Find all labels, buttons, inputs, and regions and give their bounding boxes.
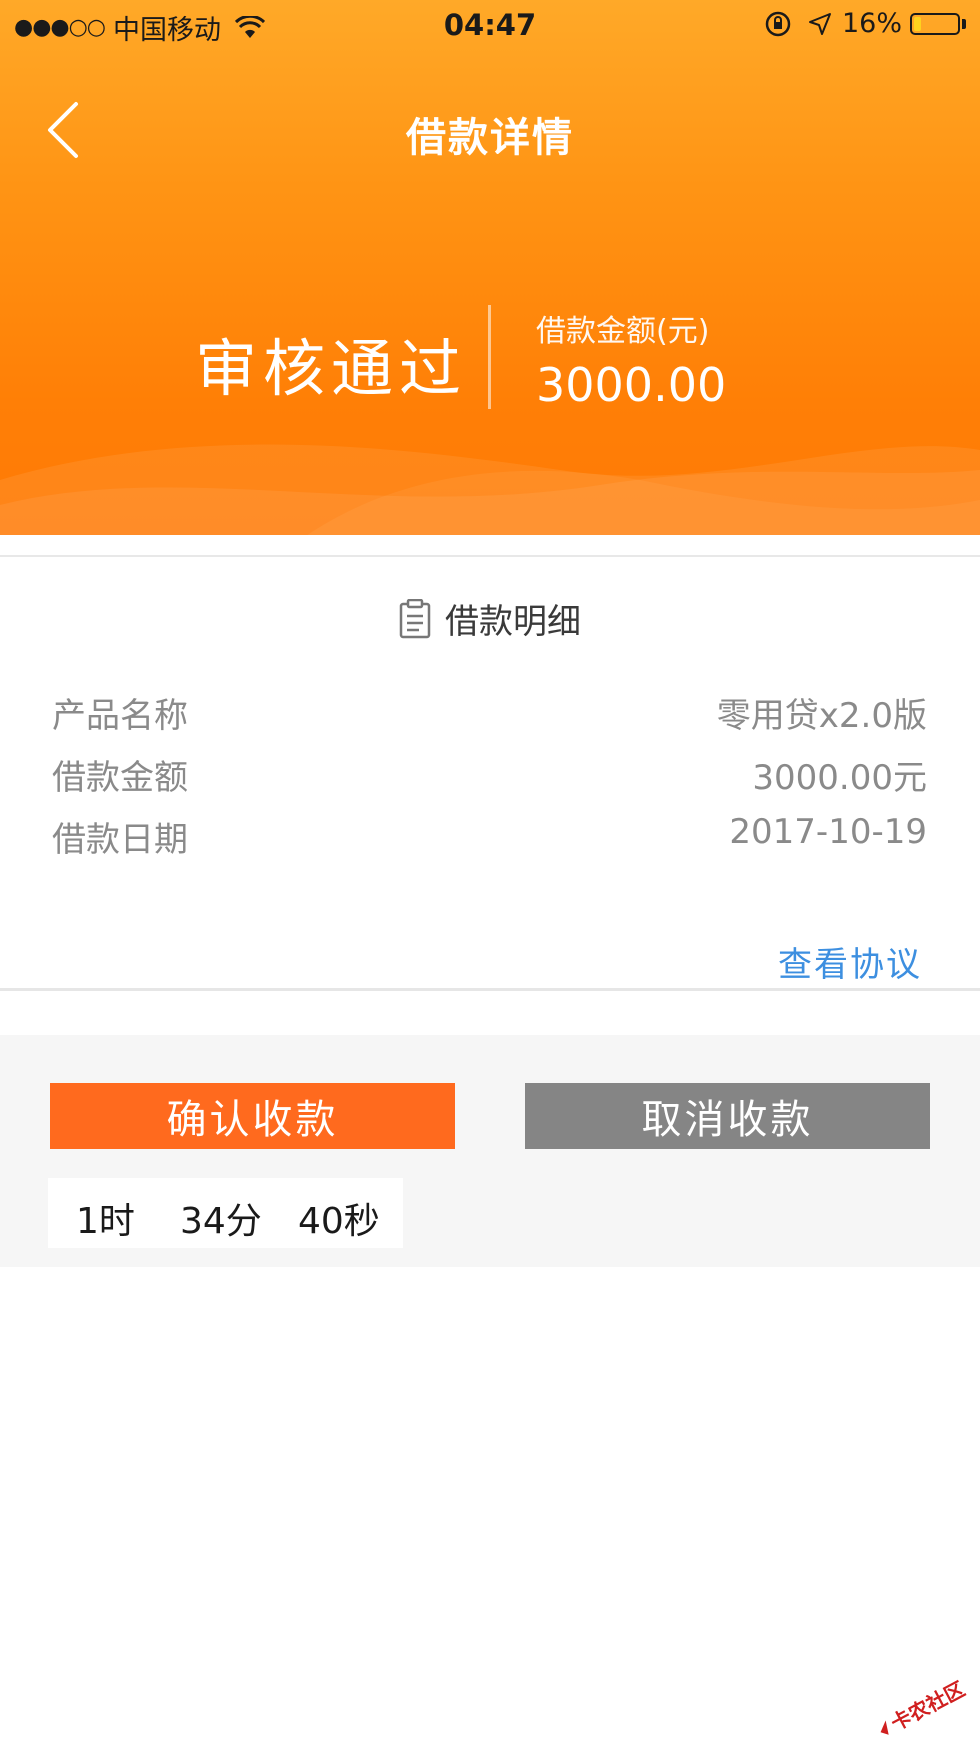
- detail-value: 3000.00元: [752, 758, 927, 798]
- watermark-logo: 卡农社区: [880, 1677, 969, 1736]
- orientation-lock-icon: [765, 11, 791, 36]
- section-divider: [0, 555, 980, 557]
- amount-label: 借款金额(元): [536, 314, 710, 349]
- battery-percentage: 16%: [841, 8, 902, 39]
- detail-label: 借款金额: [52, 758, 188, 798]
- details-title: 借款明细: [445, 602, 581, 642]
- countdown-minutes: 34分: [180, 1201, 262, 1242]
- cancel-receipt-button[interactable]: 取消收款: [525, 1083, 930, 1149]
- battery-tip: [962, 18, 966, 29]
- document-icon: [399, 598, 431, 638]
- status-bar: ●●●○○ 中国移动 04:47 16%: [0, 0, 980, 50]
- confirm-receipt-button[interactable]: 确认收款: [50, 1083, 455, 1149]
- countdown-timer: 1时 34分 40秒: [48, 1178, 403, 1248]
- wave-decoration: [0, 444, 980, 535]
- header-banner: ●●●○○ 中国移动 04:47 16% 借款详情 审核通过 借款金额(元) 3…: [0, 0, 980, 535]
- countdown-hours: 1时: [76, 1201, 135, 1242]
- battery-icon: [910, 12, 960, 35]
- summary-divider: [488, 305, 491, 409]
- section-divider: [0, 988, 980, 991]
- loan-status: 审核通过: [195, 332, 468, 405]
- watermark-text: 卡农社区: [887, 1677, 969, 1736]
- detail-value: 2017-10-19: [729, 812, 927, 852]
- details-header: 借款明细: [0, 594, 980, 643]
- detail-label: 产品名称: [52, 696, 188, 736]
- detail-value: 零用贷x2.0版: [716, 696, 927, 736]
- detail-label: 借款日期: [52, 820, 188, 860]
- battery-level-fill: [914, 16, 921, 31]
- countdown-seconds: 40秒: [298, 1201, 380, 1242]
- view-agreement-link[interactable]: 查看协议: [778, 937, 922, 986]
- location-arrow-icon: [808, 12, 831, 35]
- page-title: 借款详情: [406, 115, 574, 161]
- amount-value: 3000.00: [536, 358, 727, 412]
